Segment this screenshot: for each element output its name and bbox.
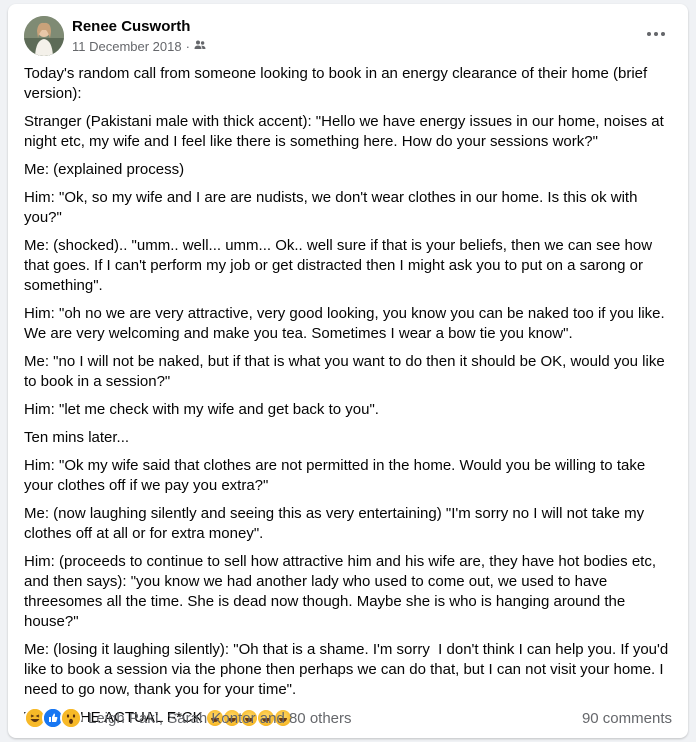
post-paragraph: Ten mins later... xyxy=(24,429,130,446)
post-paragraph: Him: "oh no we are very attractive, very… xyxy=(24,305,669,342)
post-paragraph: Me: "no I will not be naked, but if that… xyxy=(24,353,669,390)
more-dot-icon xyxy=(647,32,651,36)
more-options-button[interactable] xyxy=(642,22,670,46)
post-footer: Leigh Pakì, Sarah Kontor and 80 others 9… xyxy=(24,702,672,734)
post-paragraph: Him: "let me check with my wife and get … xyxy=(24,401,379,418)
post-paragraph: Me: (now laughing silently and seeing th… xyxy=(24,505,649,542)
date-separator: · xyxy=(185,39,190,54)
post-paragraph: Him: "Ok my wife said that clothes are n… xyxy=(24,457,650,494)
post-paragraph: Me: (explained process) xyxy=(24,161,185,178)
post-meta: 11 December 2018 · xyxy=(72,39,206,54)
friends-icon xyxy=(194,39,206,54)
post-body: Today's random call from someone looking… xyxy=(24,64,674,736)
post-paragraph: Today's random call from someone looking… xyxy=(24,65,652,102)
wow-icon xyxy=(60,707,82,729)
post-paragraph: Stranger (Pakistani male with thick acce… xyxy=(24,113,668,150)
reactions-summary[interactable]: Leigh Pakì, Sarah Kontor and 80 others xyxy=(24,707,352,729)
reaction-icons xyxy=(24,707,82,729)
comments-count-link[interactable]: 90 comments xyxy=(582,710,672,727)
post-paragraph: Him: "Ok, so my wife and I are are nudis… xyxy=(24,189,642,226)
more-dot-icon xyxy=(654,32,658,36)
author-name[interactable]: Renee Cusworth xyxy=(72,18,190,35)
avatar[interactable] xyxy=(24,16,64,56)
post-header: Renee Cusworth 11 December 2018 · xyxy=(24,12,672,56)
reactors-text: Leigh Pakì, Sarah Kontor and 80 others xyxy=(88,709,352,727)
post-paragraph: Me: (losing it laughing silently): "Oh t… xyxy=(24,641,673,698)
post-card: Renee Cusworth 11 December 2018 · Today'… xyxy=(8,4,688,738)
post-paragraph: Me: (shocked).. "umm.. well... umm... Ok… xyxy=(24,237,657,294)
more-dot-icon xyxy=(661,32,665,36)
post-paragraph: Him: (proceeds to continue to sell how a… xyxy=(24,553,661,630)
post-date[interactable]: 11 December 2018 xyxy=(72,39,182,54)
